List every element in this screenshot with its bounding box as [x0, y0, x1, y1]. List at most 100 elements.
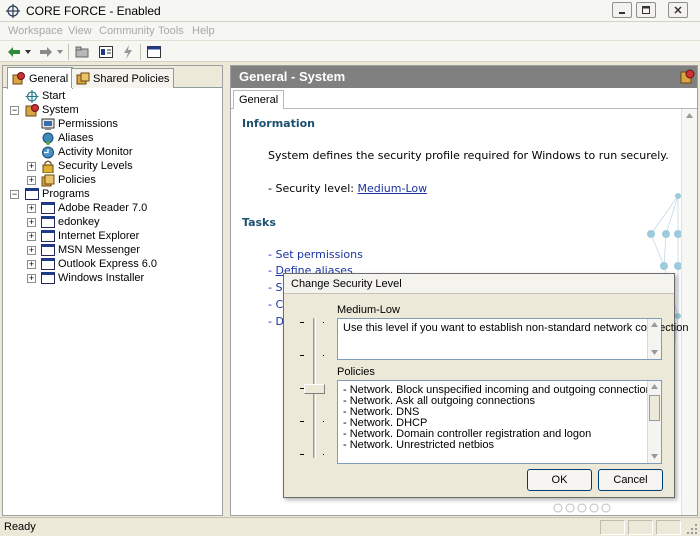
tree-item-programs[interactable]: Programs	[25, 187, 90, 201]
security-level-label: - Security level:	[268, 182, 358, 195]
system-description: System defines the security profile requ…	[268, 149, 669, 162]
security-level-slider-thumb[interactable]	[304, 384, 325, 394]
menu-view[interactable]: View	[68, 25, 92, 37]
tree-item-program[interactable]: Adobe Reader 7.0	[41, 201, 147, 215]
toolbar-separator	[68, 44, 69, 60]
expand-program-toggle[interactable]: +	[27, 260, 36, 269]
folder-button[interactable]	[74, 44, 90, 60]
tree-item-permissions[interactable]: Permissions	[41, 117, 118, 131]
scroll-up-icon[interactable]	[651, 384, 658, 389]
back-dropdown-button[interactable]	[24, 44, 32, 60]
task-link[interactable]: S	[275, 281, 282, 294]
window-icon	[147, 46, 161, 58]
level-description-box[interactable]: Use this level if you want to establish …	[337, 318, 688, 360]
set-permissions-link[interactable]: Set permissions	[275, 248, 362, 261]
policies-list[interactable]: - Network. Block unspecified incoming an…	[337, 380, 662, 464]
resize-grip-icon[interactable]	[686, 523, 698, 535]
scroll-down-icon[interactable]	[651, 350, 658, 355]
security-level-link[interactable]: Medium-Low	[358, 182, 428, 195]
tree-label: Activity Monitor	[58, 146, 133, 158]
title-bar: CORE FORCE - Enabled	[0, 0, 700, 22]
new-window-button[interactable]	[146, 44, 162, 60]
toolbar	[0, 40, 700, 62]
tree-item-system[interactable]: System	[25, 103, 79, 117]
lock-icon	[42, 160, 54, 173]
menu-tools[interactable]: Tools	[158, 25, 184, 37]
tree-label: Security Levels	[58, 160, 133, 172]
slider-tick	[323, 322, 324, 323]
minimize-button[interactable]	[612, 2, 632, 18]
close-icon	[674, 6, 682, 14]
tree-item-start[interactable]: Start	[25, 89, 65, 103]
slider-tick	[323, 355, 324, 356]
status-panel	[600, 520, 625, 535]
tree-item-aliases[interactable]: Aliases	[41, 131, 93, 145]
task-item: - D	[268, 315, 284, 328]
tree-item-program[interactable]: Internet Explorer	[41, 229, 139, 243]
tab-shared-policies[interactable]: Shared Policies	[71, 68, 175, 88]
toolbar-separator	[140, 44, 141, 60]
tree-item-program[interactable]: edonkey	[41, 215, 100, 229]
restore-icon	[642, 6, 650, 14]
policies-scroll-thumb[interactable]	[649, 395, 660, 421]
collapse-system-toggle[interactable]: −	[10, 106, 19, 115]
dialog-title-bar: Change Security Level	[284, 274, 674, 294]
menu-workspace[interactable]: Workspace	[8, 25, 63, 37]
tree-label: Aliases	[58, 132, 94, 144]
task-item: - C	[268, 298, 284, 311]
scroll-up-icon[interactable]	[686, 113, 693, 118]
tree-item-program[interactable]: MSN Messenger	[41, 243, 140, 257]
slider-tick	[300, 421, 304, 422]
policies-label: Policies	[337, 366, 375, 378]
forward-button[interactable]	[38, 44, 54, 60]
program-window-icon	[41, 202, 55, 214]
scroll-down-icon[interactable]	[651, 454, 658, 459]
task-link[interactable]: C	[275, 298, 283, 311]
properties-button[interactable]	[98, 44, 114, 60]
back-button[interactable]	[6, 44, 22, 60]
tree-item-policies[interactable]: Policies	[41, 173, 96, 187]
close-button[interactable]	[668, 2, 688, 18]
expand-program-toggle[interactable]: +	[27, 246, 36, 255]
collapse-programs-toggle[interactable]: −	[10, 190, 19, 199]
tree-item-program[interactable]: Windows Installer	[41, 271, 144, 285]
task-item: - Set permissions	[268, 248, 363, 261]
tree-item-program[interactable]: Outlook Express 6.0	[41, 257, 157, 271]
tab-general-content[interactable]: General	[233, 90, 285, 109]
wizard-icon	[124, 45, 132, 59]
program-window-icon	[41, 216, 55, 228]
slider-tick	[300, 454, 304, 455]
program-window-icon	[41, 258, 55, 270]
expand-policies-toggle[interactable]: +	[27, 176, 36, 185]
expand-program-toggle[interactable]: +	[27, 274, 36, 283]
policies-scrollbar[interactable]	[647, 381, 661, 463]
menu-help[interactable]: Help	[192, 25, 215, 37]
back-arrow-icon	[8, 47, 20, 57]
properties-icon	[99, 46, 113, 58]
status-text: Ready	[4, 521, 36, 533]
description-scrollbar[interactable]	[647, 319, 661, 359]
tree-item-security-levels[interactable]: Security Levels	[41, 159, 133, 173]
cancel-button[interactable]: Cancel	[598, 469, 663, 491]
expand-program-toggle[interactable]: +	[27, 218, 36, 227]
wizard-button[interactable]	[120, 44, 136, 60]
slider-tick	[323, 421, 324, 422]
expand-security-levels-toggle[interactable]: +	[27, 162, 36, 171]
expand-program-toggle[interactable]: +	[27, 232, 36, 241]
tab-general[interactable]: General	[7, 67, 74, 89]
window-title: CORE FORCE - Enabled	[26, 4, 161, 18]
scroll-up-icon[interactable]	[651, 322, 658, 327]
tasks-heading: Tasks	[242, 216, 276, 229]
policies-icon	[41, 174, 55, 186]
level-name-label: Medium-Low	[337, 304, 400, 316]
expand-program-toggle[interactable]: +	[27, 204, 36, 213]
maximize-button[interactable]	[636, 2, 656, 18]
ok-button[interactable]: OK	[527, 469, 592, 491]
menu-community[interactable]: Community	[99, 25, 155, 37]
content-scrollbar[interactable]	[681, 109, 697, 515]
forward-dropdown-button[interactable]	[56, 44, 64, 60]
tree-item-activity-monitor[interactable]: Activity Monitor	[41, 145, 133, 159]
program-window-icon	[41, 244, 55, 256]
tree-label: System	[42, 104, 79, 116]
forward-arrow-icon	[40, 47, 52, 57]
